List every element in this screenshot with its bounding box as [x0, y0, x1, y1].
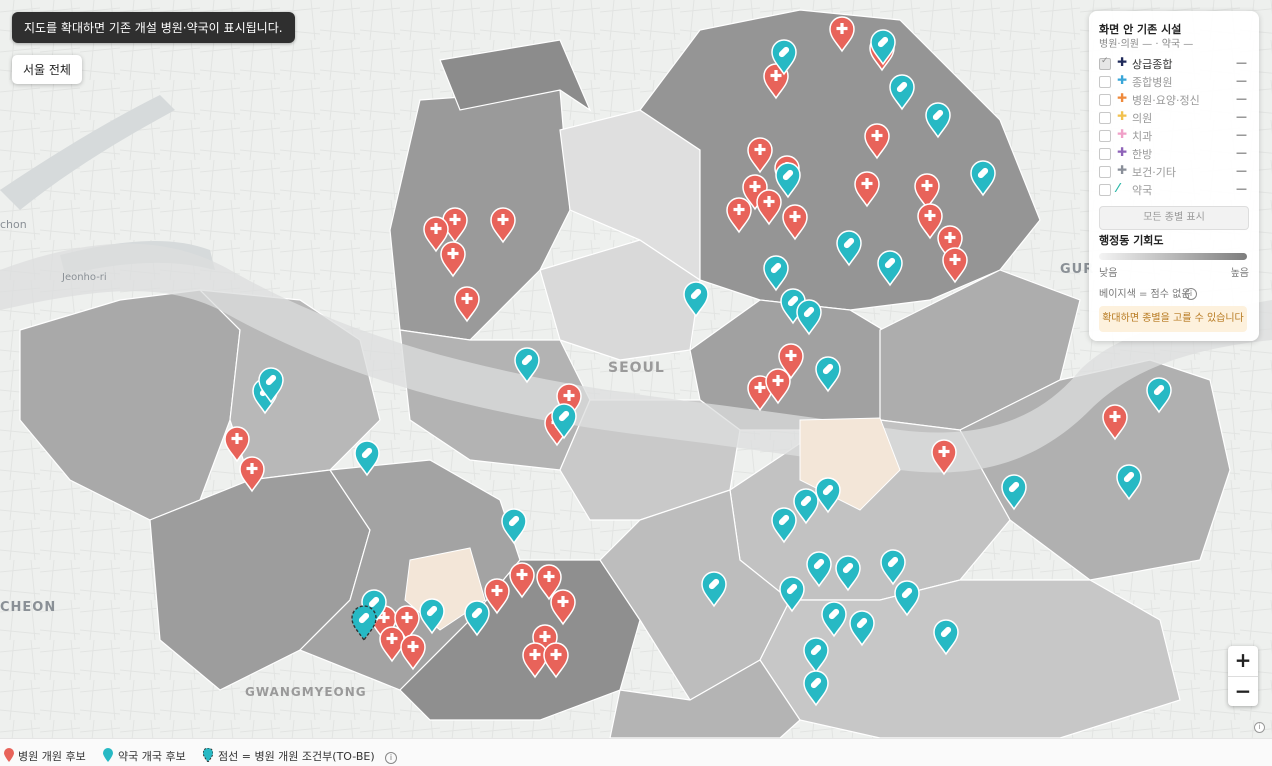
map-label-bucheon: CHEON — [0, 600, 57, 615]
category-checkbox[interactable] — [1099, 112, 1111, 124]
category-checkbox[interactable] — [1099, 166, 1111, 178]
category-marker-icon: ✚ — [1117, 91, 1128, 105]
map-label-jeonho: Jeonho-ri — [62, 272, 107, 283]
zoom-out-button[interactable]: − — [1228, 677, 1258, 707]
category-marker-icon: ✚ — [1117, 163, 1128, 177]
category-marker-icon: ⁄ — [1117, 181, 1120, 195]
info-icon[interactable]: i — [1185, 288, 1197, 300]
hospital-pin-icon — [4, 748, 14, 765]
category-label: 보건·기타 — [1132, 166, 1176, 179]
pharmacy-pin-icon — [103, 748, 113, 765]
category-marker-icon: ✚ — [1117, 73, 1128, 87]
dashed-pin-icon — [202, 747, 214, 765]
legend-hospital: 병원 개원 후보 — [18, 750, 86, 763]
seoul-all-button[interactable]: 서울 전체 — [12, 55, 82, 84]
zoom-notice-toast: 지도를 확대하면 기존 개설 병원·약국이 표시됩니다. — [12, 12, 295, 43]
category-checkbox[interactable] — [1099, 130, 1111, 142]
zoom-in-button[interactable]: + — [1228, 646, 1258, 677]
legend-footer: 병원 개원 후보 약국 개국 후보 점선 = 병원 개원 조건부(TO-BE) … — [0, 738, 1272, 766]
category-row[interactable]: ✚ 보건·기타 — — [1099, 163, 1249, 180]
category-label: 종합병원 — [1132, 76, 1173, 89]
category-count: — — [1236, 164, 1247, 177]
category-label: 상급종합 — [1132, 58, 1173, 71]
category-row[interactable]: ✚ 종합병원 — — [1099, 73, 1249, 90]
category-row[interactable]: ✚ 병원·요양·정신 — — [1099, 91, 1249, 108]
category-row[interactable]: ✚ 한방 — — [1099, 145, 1249, 162]
category-count: — — [1236, 182, 1247, 195]
category-label: 병원·요양·정신 — [1132, 94, 1200, 107]
zoom-control: + − — [1228, 646, 1258, 706]
legend-pharmacy: 약국 개국 후보 — [118, 750, 186, 763]
category-checkbox[interactable] — [1099, 94, 1111, 106]
zoom-hint-note: 확대하면 종별을 고를 수 있습니다 — [1099, 306, 1247, 332]
category-label: 치과 — [1132, 130, 1153, 143]
category-label: 약국 — [1132, 184, 1153, 197]
category-count: — — [1236, 128, 1247, 141]
category-count: — — [1236, 146, 1247, 159]
category-row[interactable]: ✚ 치과 — — [1099, 127, 1249, 144]
map-label-gwangmyeong: GWANGMYEONG — [245, 685, 367, 699]
category-count: — — [1236, 92, 1247, 105]
legend-info-icon[interactable]: i — [385, 752, 397, 764]
category-checkbox[interactable] — [1099, 56, 1111, 70]
beige-note: 베이지색 = 점수 없음 — [1099, 289, 1191, 300]
category-count: — — [1236, 110, 1247, 123]
category-checkbox[interactable] — [1099, 148, 1111, 160]
map-attribution-icon[interactable]: i — [1254, 722, 1265, 733]
gradient-low-label: 낮음 — [1099, 268, 1118, 279]
legend-dashed: 점선 = 병원 개원 조건부(TO-BE) — [218, 750, 375, 763]
category-marker-icon: ✚ — [1117, 145, 1128, 159]
category-row[interactable]: ✚ 의원 — — [1099, 109, 1249, 126]
category-marker-icon: ✚ — [1117, 109, 1128, 123]
category-marker-icon: ✚ — [1117, 55, 1128, 69]
category-count: — — [1236, 74, 1247, 87]
facility-panel: 화면 안 기존 시설 병원·의원 — · 약국 — ✚상급종합—✚종합병원—✚병… — [1089, 11, 1259, 341]
category-checkbox[interactable] — [1099, 184, 1111, 196]
category-row[interactable]: ⁄ 약국 — — [1099, 181, 1249, 198]
category-label: 한방 — [1132, 148, 1153, 161]
map-label-ilsan: chon — [0, 218, 27, 231]
category-marker-icon: ✚ — [1117, 127, 1128, 141]
panel-subtitle: 병원·의원 — · 약국 — — [1099, 39, 1194, 50]
opportunity-gradient — [1099, 253, 1247, 260]
opportunity-title: 행정동 기회도 — [1099, 234, 1164, 247]
map-canvas[interactable]: SEOUL GWANGMYEONG CHEON GUR Jeonho-ri ch… — [0, 0, 1272, 738]
category-label: 의원 — [1132, 112, 1153, 125]
map-label-seoul: SEOUL — [608, 360, 665, 376]
category-checkbox[interactable] — [1099, 76, 1111, 88]
category-count: — — [1236, 56, 1247, 69]
gradient-high-label: 높음 — [1230, 268, 1249, 279]
show-all-button[interactable]: 모든 종별 표시 — [1099, 206, 1249, 230]
category-row[interactable]: ✚ 상급종합 — — [1099, 55, 1249, 72]
